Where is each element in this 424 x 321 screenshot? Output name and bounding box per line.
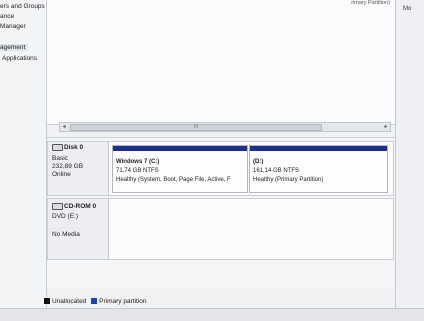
partition-d-name: (D:): [253, 159, 264, 165]
volume-list: rimary Partition): [47, 0, 396, 125]
legend-primary-swatch: [91, 298, 98, 305]
partition-c[interactable]: Windows 7 (C:) 71,74 GB NTFS Healthy (Sy…: [112, 145, 248, 193]
cdrom-0-name-line: CD-ROM 0: [52, 203, 96, 210]
cdrom-0-label[interactable]: CD-ROM 0 DVD (E:) No Media: [48, 199, 109, 259]
partition-d-size: 161,14 GB NTFS: [253, 168, 300, 174]
navigation-pane: ers and Groups ance Manager agement Appl…: [0, 0, 47, 320]
main-content: rimary Partition) ◂ III ▸ Disk 0 Basic 2…: [47, 0, 396, 320]
partition-c-bar: [113, 146, 247, 151]
nav-item-users-and-groups[interactable]: ers and Groups: [0, 3, 45, 10]
scroll-right-icon[interactable]: ▸: [382, 123, 390, 131]
partition-d-status: Healthy (Primary Partition): [253, 177, 324, 183]
legend-unallocated-label: Unallocated: [52, 298, 87, 305]
disk-0-row[interactable]: Disk 0 Basic 232,89 GB Online Windows 7 …: [47, 141, 394, 196]
partition-d-bar: [250, 146, 387, 151]
legend-primary-label: Primary partition: [99, 298, 147, 305]
scroll-grip: III: [193, 124, 199, 130]
partition-c-size: 71,74 GB NTFS: [116, 168, 159, 174]
disk-0-size: 232,89 GB: [52, 163, 84, 170]
disk-0-name: Disk 0: [64, 144, 84, 152]
partition-c-name: Windows 7 (C:): [116, 159, 160, 165]
cdrom-0-type: DVD (E:): [52, 213, 78, 220]
legend: Unallocated Primary partition: [44, 298, 146, 305]
nav-item-device-manager[interactable]: Manager: [0, 23, 26, 30]
horizontal-scrollbar[interactable]: ◂ III ▸: [59, 122, 391, 132]
nav-item-disk-management[interactable]: agement: [0, 44, 29, 51]
disk-0-type: Basic: [52, 155, 68, 162]
disk-icon: [52, 144, 63, 151]
scroll-thumb[interactable]: III: [70, 124, 322, 131]
legend-unallocated-swatch: [44, 298, 50, 305]
actions-header: Mo: [403, 6, 412, 12]
cdrom-icon: [52, 203, 63, 210]
nav-item-services-and-applications[interactable]: Applications: [2, 55, 37, 62]
scroll-left-icon[interactable]: ◂: [60, 123, 68, 131]
nav-item-performance[interactable]: ance: [0, 13, 14, 20]
partition-d[interactable]: (D:) 161,14 GB NTFS Healthy (Primary Par…: [249, 145, 388, 193]
disk-graphical-view: Disk 0 Basic 232,89 GB Online Windows 7 …: [47, 137, 396, 288]
volume-list-partial-text: rimary Partition): [351, 0, 390, 6]
actions-pane: Mo: [395, 0, 424, 320]
disk-0-label[interactable]: Disk 0 Basic 232,89 GB Online: [48, 142, 109, 195]
status-bar: [0, 308, 424, 321]
cdrom-0-row[interactable]: CD-ROM 0 DVD (E:) No Media: [47, 198, 394, 260]
disk-0-name-line: Disk 0: [52, 144, 83, 151]
cdrom-0-status: No Media: [52, 231, 80, 238]
partition-c-status: Healthy (System, Boot, Page File, Active…: [116, 177, 231, 183]
disk-0-status: Online: [52, 171, 71, 178]
cdrom-0-name: CD-ROM 0: [64, 203, 97, 211]
